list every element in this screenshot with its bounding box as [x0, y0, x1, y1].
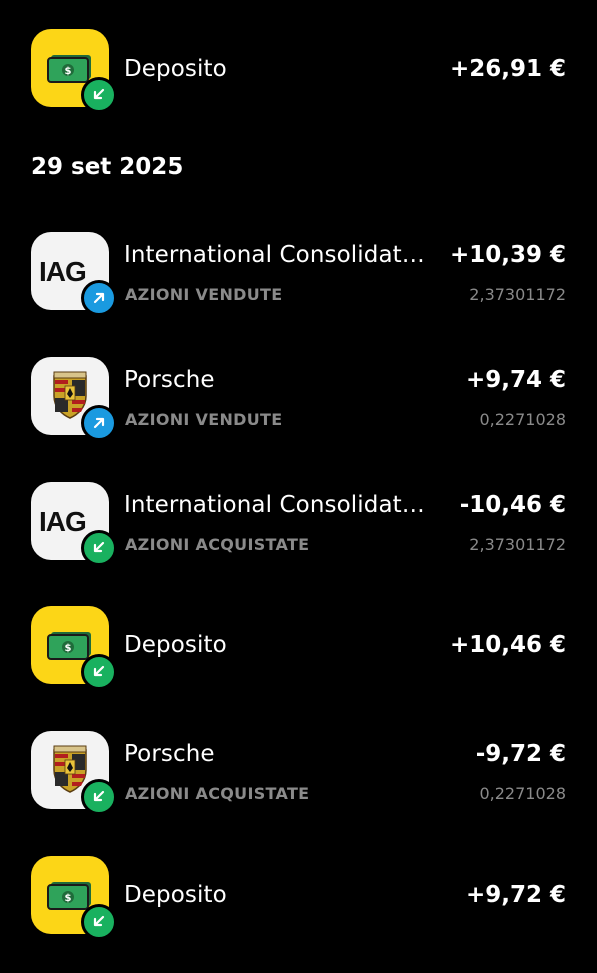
transaction-row[interactable]: $ Deposito +26,91 €	[0, 29, 597, 119]
arrow-down-left-icon	[81, 77, 117, 113]
arrow-down-left-icon	[81, 530, 117, 566]
porsche-icon-wrap	[31, 731, 117, 815]
transaction-amount: +10,39 €	[449, 242, 566, 268]
arrow-up-right-icon	[81, 280, 117, 316]
transaction-row[interactable]: $ Deposito +10,46 €	[0, 606, 597, 696]
date-header: 29 set 2025	[31, 154, 184, 180]
cash-bill-icon: $	[47, 55, 91, 83]
transaction-amount: -10,46 €	[459, 492, 566, 518]
arrow-up-right-icon	[81, 405, 117, 441]
iag-logo: IAG	[39, 256, 87, 287]
cash-bill-icon: $	[47, 882, 91, 910]
transaction-row[interactable]: $ Deposito +9,72 €	[0, 856, 597, 946]
transaction-title: Porsche	[124, 741, 215, 767]
transaction-amount: +10,46 €	[449, 632, 566, 658]
iag-logo: IAG	[39, 506, 87, 537]
transaction-title: Deposito	[124, 56, 227, 82]
transaction-subtitle: AZIONI ACQUISTATE	[125, 784, 310, 803]
transaction-amount: -9,72 €	[475, 741, 566, 767]
transaction-amount: +9,74 €	[465, 367, 566, 393]
deposit-icon-wrap: $	[31, 856, 117, 940]
transaction-amount: +26,91 €	[449, 56, 566, 82]
transaction-title: Deposito	[124, 632, 227, 658]
transaction-row[interactable]: Porsche AZIONI ACQUISTATE -9,72 € 0,2271…	[0, 731, 597, 821]
transaction-quantity: 0,2271028	[479, 784, 566, 803]
transaction-quantity: 0,2271028	[479, 410, 566, 429]
arrow-down-left-icon	[81, 779, 117, 815]
arrow-down-left-icon	[81, 654, 117, 690]
transaction-title: International Consolidated Airlines Grou…	[124, 242, 438, 268]
iag-icon-wrap: IAG	[31, 232, 117, 316]
deposit-icon-wrap: $	[31, 606, 117, 690]
transaction-row[interactable]: Porsche AZIONI VENDUTE +9,74 € 0,2271028	[0, 357, 597, 447]
porsche-icon-wrap	[31, 357, 117, 441]
arrow-down-left-icon	[81, 904, 117, 940]
transaction-quantity: 2,37301172	[469, 535, 566, 554]
iag-icon-wrap: IAG	[31, 482, 117, 566]
svg-text:$: $	[65, 893, 72, 904]
svg-text:$: $	[65, 66, 72, 77]
transaction-subtitle: AZIONI VENDUTE	[125, 285, 283, 304]
cash-bill-icon: $	[47, 632, 91, 660]
deposit-icon-wrap: $	[31, 29, 117, 113]
svg-text:$: $	[65, 643, 72, 654]
transaction-row[interactable]: IAG International Consolidated Airlines …	[0, 232, 597, 322]
transaction-title: Porsche	[124, 367, 215, 393]
transaction-subtitle: AZIONI ACQUISTATE	[125, 535, 310, 554]
transaction-title: International Consolidated Airlines Grou…	[124, 492, 438, 518]
transaction-quantity: 2,37301172	[469, 285, 566, 304]
transaction-subtitle: AZIONI VENDUTE	[125, 410, 283, 429]
transaction-amount: +9,72 €	[465, 882, 566, 908]
transaction-title: Deposito	[124, 882, 227, 908]
transaction-row[interactable]: IAG International Consolidated Airlines …	[0, 482, 597, 572]
